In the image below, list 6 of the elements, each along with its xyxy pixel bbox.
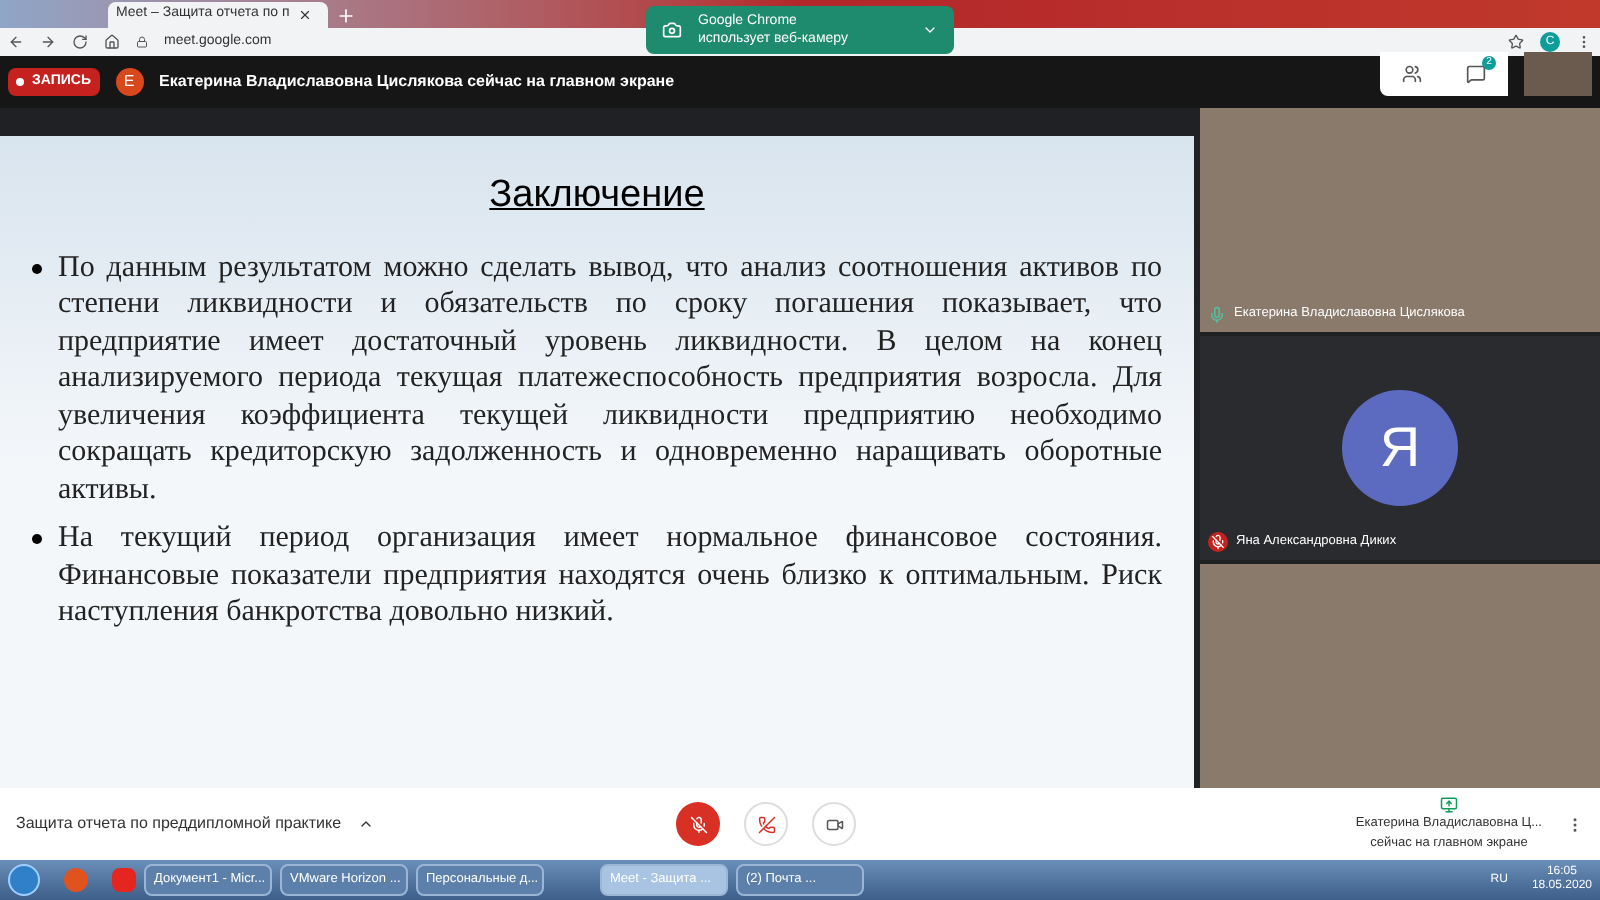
slide-title: Заключение: [487, 172, 707, 220]
presenter-avatar: Е: [115, 68, 143, 96]
presenter-text: Екатерина Владиславовна Цислякова сейчас на главном экране: [159, 70, 675, 94]
slide-paragraph: По данным результатом можно сделать вывод, что анализ соотношения активов по степени ликвидности и обязательств по сроку погашения показывает, что предприятие имеет достаточный уровень ликвидности. В целом на конец анализируемого периода текущая платежеспособность предприятия возросла. Для увеличения коэффициента текущей ликвидности предприятию необходимо сокращать кредиторскую задолженность и одновременно наращивать оборотные активы.: [58, 249, 1162, 508]
participant-avatar: Я: [1342, 390, 1458, 506]
slide-paragraph: На текущий период организация имеет нормальное финансовое состояния. Финансовые показатели предприятия находятся очень близко к оптимальным. Риск наступления банкротства довольно низкий.: [58, 520, 1162, 631]
